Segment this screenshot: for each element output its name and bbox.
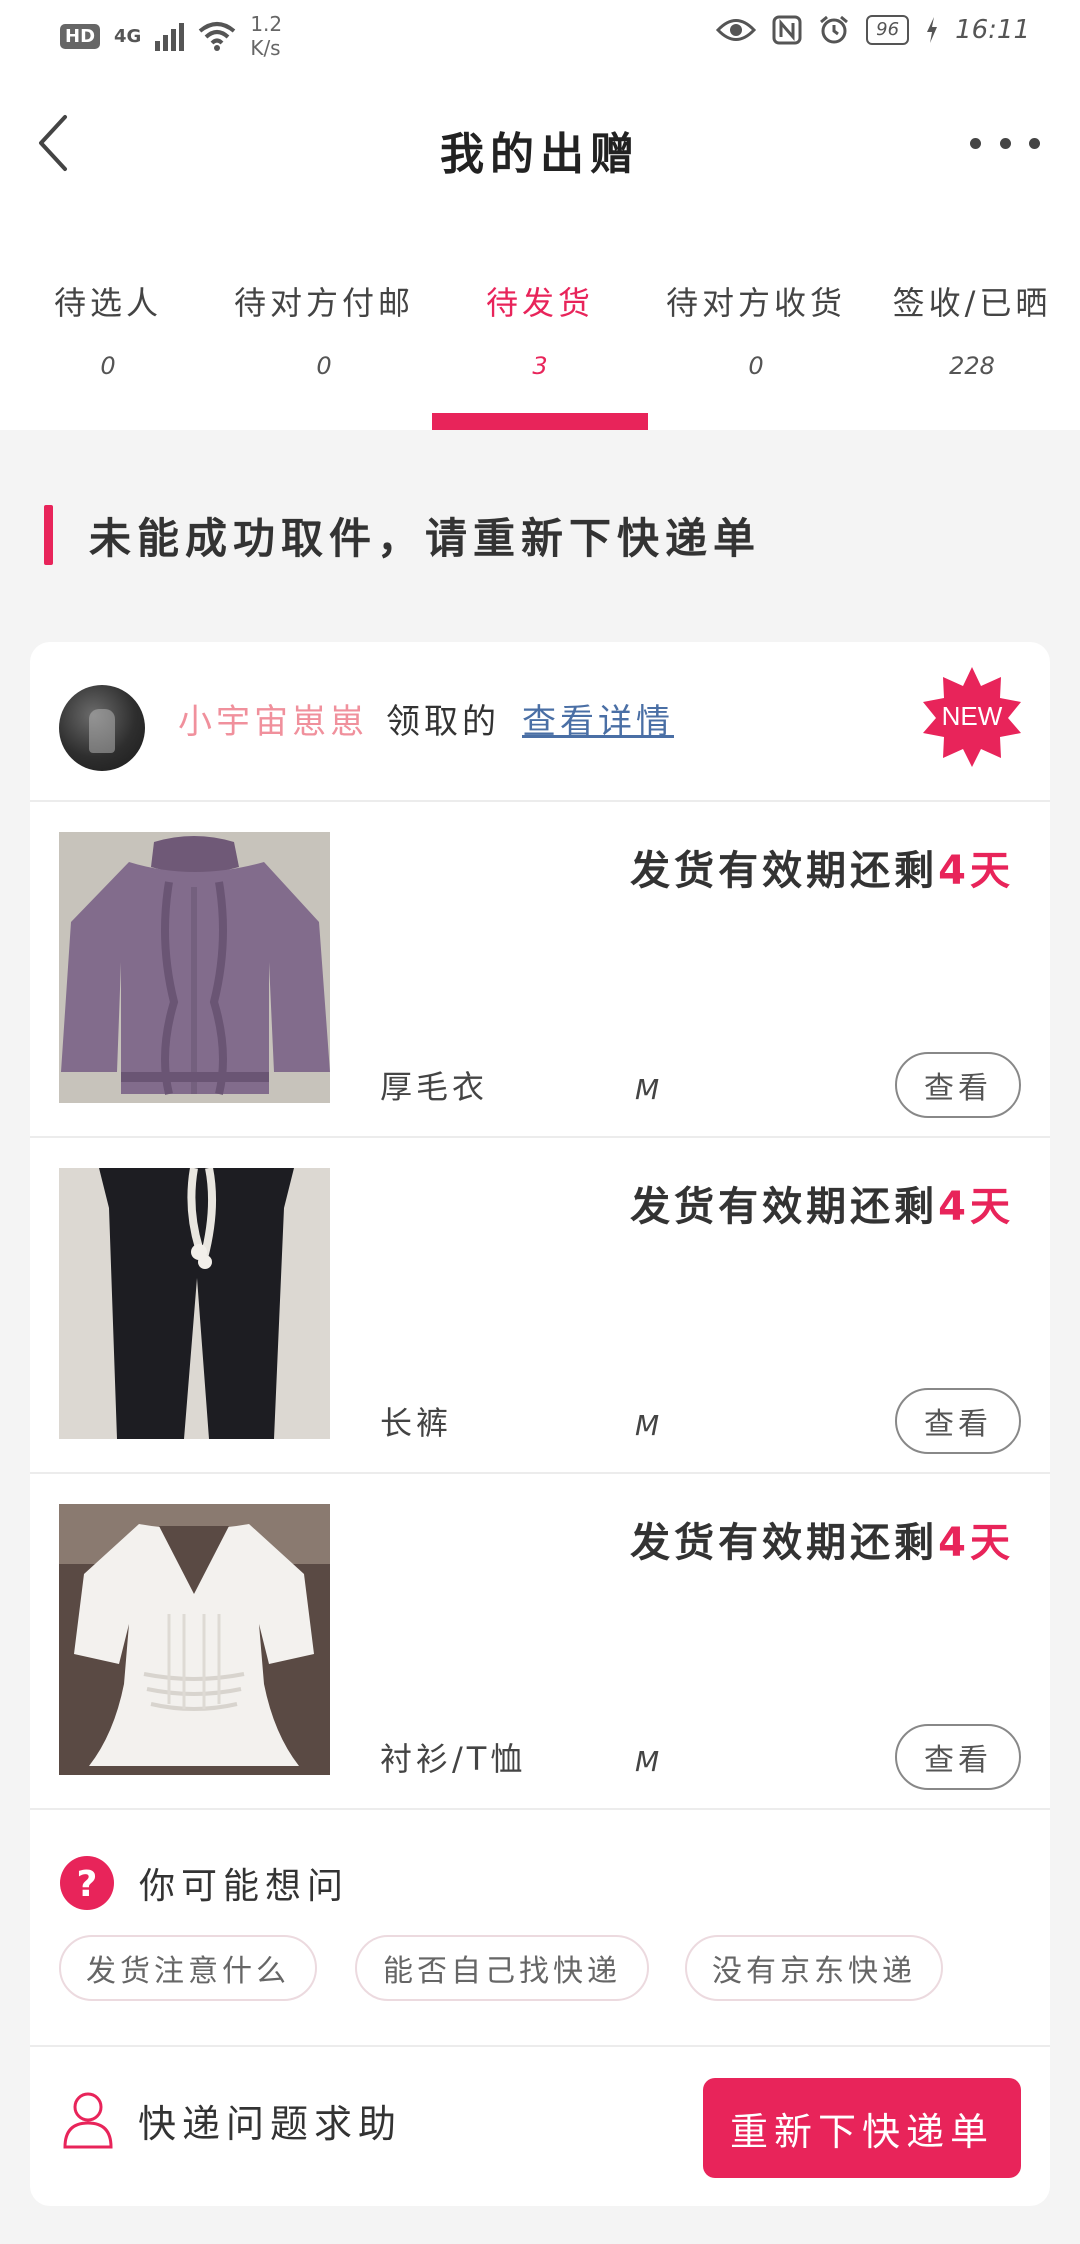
- question-icon: ?: [60, 1856, 114, 1910]
- battery-indicator: 96: [866, 15, 910, 45]
- tab-label: 待对方收货: [665, 284, 846, 322]
- hd-badge: HD: [60, 23, 101, 49]
- faq-title-text: 你可能想问: [139, 1866, 350, 1907]
- recipient-line: 小宇宙崽崽 领取的 查看详情: [178, 694, 674, 743]
- deadline-prefix: 发货有效期还剩: [630, 848, 939, 894]
- item-size: M: [635, 1409, 660, 1442]
- item-name: 长裤: [380, 1404, 453, 1442]
- avatar[interactable]: [59, 685, 145, 771]
- network-type: 4G: [114, 25, 142, 47]
- tab-label: 待对方付邮: [233, 284, 414, 322]
- deadline-prefix: 发货有效期还剩: [630, 1184, 939, 1230]
- tab-label: 待选人: [53, 284, 162, 322]
- more-dot-icon: [999, 137, 1011, 149]
- deadline-days: 4天: [938, 848, 1014, 894]
- item-photo-pants[interactable]: [59, 1168, 330, 1439]
- deadline-days: 4天: [938, 1184, 1014, 1230]
- deadline-prefix: 发货有效期还剩: [630, 1520, 939, 1566]
- pickup-failed-notice: 未能成功取件，请重新下快递单: [44, 505, 761, 565]
- nfc-icon: [772, 15, 802, 45]
- more-options-button[interactable]: [970, 128, 1040, 158]
- wifi-icon: [199, 22, 236, 51]
- recipient-nickname[interactable]: 小宇宙崽崽: [178, 694, 368, 743]
- item-size: M: [635, 1745, 660, 1778]
- item-size: M: [635, 1073, 660, 1106]
- network-speed: 1.2 K/s: [250, 12, 282, 60]
- claimed-label: 领取的: [386, 702, 500, 742]
- gift-item: 发货有效期还剩4天 厚毛衣 M 查看: [30, 802, 1050, 1138]
- shipping-deadline: 发货有效期还剩4天: [630, 1510, 1014, 1568]
- page-title: 我的出赠: [440, 129, 640, 180]
- charging-icon: [927, 17, 938, 43]
- view-item-button[interactable]: 查看: [895, 1388, 1021, 1454]
- view-item-button[interactable]: 查看: [895, 1724, 1021, 1790]
- gift-item: 发货有效期还剩4天 衬衫/T恤 M 查看: [30, 1474, 1050, 1810]
- alarm-icon: [820, 15, 849, 44]
- item-name: 厚毛衣: [380, 1068, 489, 1106]
- starburst-icon: NEW: [923, 667, 1021, 767]
- eye-icon: [716, 19, 757, 41]
- status-bar: HD 4G 1.2 K/s 96 16:11: [0, 0, 1080, 70]
- user-icon: [63, 2092, 113, 2149]
- speed-unit: K/s: [250, 36, 281, 60]
- tab-count: 0: [748, 352, 764, 380]
- nav-bar: 我的出赠: [0, 70, 1080, 220]
- status-right: 96 16:11: [716, 14, 1030, 46]
- new-badge-label: NEW: [942, 701, 1003, 731]
- courier-help-label: 快递问题求助: [138, 2101, 403, 2146]
- more-dot-icon: [1029, 137, 1040, 149]
- tab-pending-select[interactable]: 待选人 0: [0, 220, 216, 430]
- view-details-link[interactable]: 查看详情: [522, 694, 674, 743]
- new-badge: NEW: [922, 667, 1022, 767]
- svg-text:?: ?: [77, 1864, 98, 1905]
- tab-count: 0: [316, 352, 332, 380]
- card-footer: 快递问题求助 重新下快递单: [30, 2047, 1050, 2206]
- avatar-figure: [89, 709, 115, 753]
- speed-value: 1.2: [250, 12, 283, 36]
- faq-title: ? 你可能想问: [59, 1855, 349, 1911]
- view-item-button[interactable]: 查看: [895, 1052, 1021, 1118]
- tab-pending-shipment[interactable]: 待发货 3: [432, 220, 648, 430]
- signal-icon: [155, 21, 185, 51]
- shipping-deadline: 发货有效期还剩4天: [630, 1174, 1014, 1232]
- item-photo-blouse[interactable]: [59, 1504, 330, 1775]
- item-photo-sweater[interactable]: [59, 832, 330, 1103]
- notice-accent-bar: [44, 505, 53, 565]
- more-dot-icon: [970, 137, 981, 149]
- tab-pending-postage[interactable]: 待对方付邮 0: [216, 220, 432, 430]
- clock: 16:11: [955, 15, 1030, 45]
- shipping-deadline: 发货有效期还剩4天: [630, 838, 1014, 896]
- tab-received[interactable]: 签收/已晒 228: [864, 220, 1080, 430]
- tab-pending-receipt[interactable]: 待对方收货 0: [648, 220, 864, 430]
- deadline-days: 4天: [938, 1520, 1014, 1566]
- courier-help-link[interactable]: 快递问题求助: [62, 2091, 402, 2149]
- tab-label: 签收/已晒: [892, 284, 1052, 322]
- faq-chip-own-courier[interactable]: 能否自己找快递: [355, 1935, 649, 2001]
- gift-item: 发货有效期还剩4天 长裤 M 查看: [30, 1138, 1050, 1474]
- status-tabs: 待选人 0 待对方付邮 0 待发货 3 待对方收货 0 签收/已晒 228: [0, 220, 1080, 430]
- faq-section: ? 你可能想问 发货注意什么 能否自己找快递 没有京东快递: [30, 1807, 1050, 2047]
- tab-count: 3: [532, 352, 548, 380]
- faq-chip-no-jd-express[interactable]: 没有京东快递: [685, 1935, 943, 2001]
- tab-label: 待发货: [485, 284, 594, 322]
- order-card: 小宇宙崽崽 领取的 查看详情 NEW 发货有效期还剩4天 厚毛衣 M 查看 发货…: [30, 642, 1050, 2206]
- faq-chip-shipping-notes[interactable]: 发货注意什么: [59, 1935, 317, 2001]
- tab-count: 228: [949, 352, 995, 380]
- order-card-header: 小宇宙崽崽 领取的 查看详情 NEW: [30, 642, 1050, 802]
- status-left: HD 4G 1.2 K/s: [60, 12, 282, 60]
- active-tab-indicator: [432, 413, 648, 430]
- item-name: 衬衫/T恤: [380, 1740, 527, 1778]
- reorder-courier-button[interactable]: 重新下快递单: [703, 2078, 1021, 2178]
- notice-text: 未能成功取件，请重新下快递单: [89, 513, 762, 563]
- tab-count: 0: [100, 352, 116, 380]
